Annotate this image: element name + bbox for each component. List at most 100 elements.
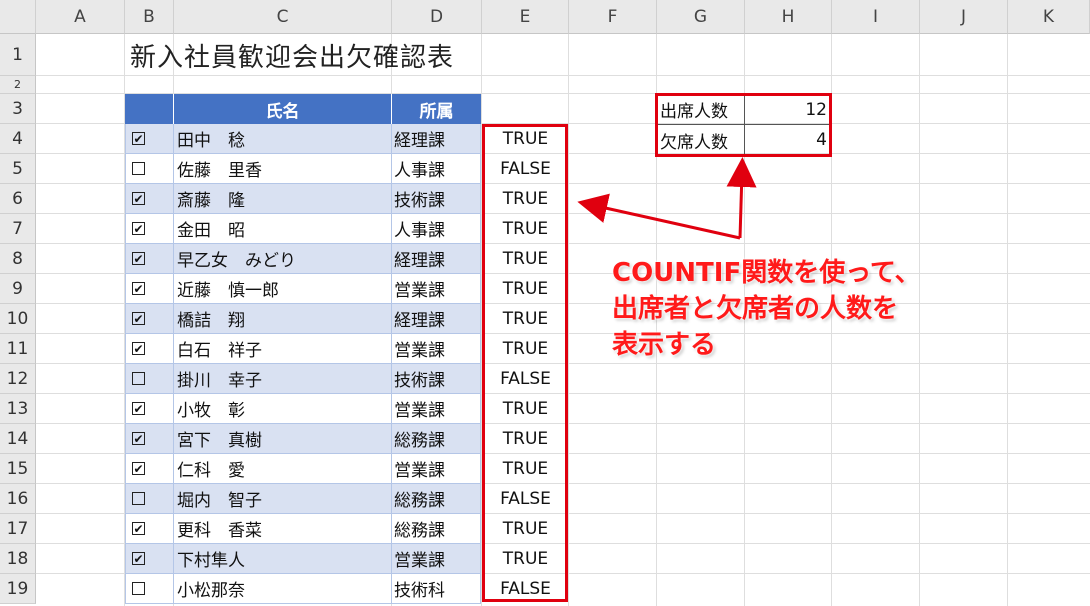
name-cell[interactable]: 堀内 智子: [174, 484, 392, 514]
name-cell[interactable]: 近藤 慎一郎: [174, 274, 392, 304]
checkbox-cell[interactable]: ✔: [125, 514, 174, 544]
name-cell[interactable]: 早乙女 みどり: [174, 244, 392, 274]
sheet-title[interactable]: 新入社員歓迎会出欠確認表: [130, 34, 454, 76]
row-header-17[interactable]: 17: [0, 514, 36, 544]
name-cell[interactable]: 掛川 幸子: [174, 364, 392, 394]
dept-cell[interactable]: 営業課: [392, 454, 481, 484]
checkbox-cell[interactable]: ✔: [125, 184, 174, 214]
dept-cell[interactable]: 技術課: [392, 184, 481, 214]
attendance-checkbox[interactable]: ✔: [132, 462, 145, 475]
row-header-4[interactable]: 4: [0, 124, 36, 154]
select-all-corner[interactable]: [0, 0, 36, 34]
column-header-h[interactable]: H: [745, 0, 832, 34]
row-header-19[interactable]: 19: [0, 574, 36, 604]
row-header-13[interactable]: 13: [0, 394, 36, 424]
attendance-checkbox[interactable]: ✔: [132, 252, 145, 265]
attendance-checkbox[interactable]: ✔: [132, 402, 145, 415]
name-cell[interactable]: 斎藤 隆: [174, 184, 392, 214]
column-header-e[interactable]: E: [482, 0, 569, 34]
row-header-11[interactable]: 11: [0, 334, 36, 364]
attendance-checkbox[interactable]: [132, 162, 145, 175]
checkbox-cell[interactable]: ✔: [125, 304, 174, 334]
row-header-5[interactable]: 5: [0, 154, 36, 184]
row-header-6[interactable]: 6: [0, 184, 36, 214]
name-cell[interactable]: 仁科 愛: [174, 454, 392, 484]
attendance-checkbox[interactable]: [132, 582, 145, 595]
column-header-c[interactable]: C: [174, 0, 392, 34]
dept-cell[interactable]: 技術科: [392, 574, 481, 604]
name-cell[interactable]: 小牧 彰: [174, 394, 392, 424]
row-header-8[interactable]: 8: [0, 244, 36, 274]
checkbox-cell[interactable]: ✔: [125, 334, 174, 364]
attendance-checkbox[interactable]: ✔: [132, 312, 145, 325]
header-checkbox-cell[interactable]: [125, 94, 174, 124]
attendance-checkbox[interactable]: [132, 492, 145, 505]
dept-cell[interactable]: 営業課: [392, 334, 481, 364]
true-false-highlight: [482, 124, 568, 602]
row-header-2[interactable]: 2: [0, 76, 36, 94]
checkbox-cell[interactable]: ✔: [125, 544, 174, 574]
name-cell[interactable]: 小松那奈: [174, 574, 392, 604]
dept-cell[interactable]: 経理課: [392, 244, 481, 274]
column-header-a[interactable]: A: [36, 0, 125, 34]
attendance-checkbox[interactable]: ✔: [132, 342, 145, 355]
column-header-j[interactable]: J: [920, 0, 1008, 34]
dept-cell[interactable]: 営業課: [392, 394, 481, 424]
checkbox-cell[interactable]: ✔: [125, 124, 174, 154]
attendance-checkbox[interactable]: ✔: [132, 522, 145, 535]
row-header-15[interactable]: 15: [0, 454, 36, 484]
checkbox-cell[interactable]: [125, 484, 174, 514]
dept-cell[interactable]: 技術課: [392, 364, 481, 394]
row-header-1[interactable]: 1: [0, 34, 36, 76]
column-header-b[interactable]: B: [125, 0, 174, 34]
column-header-k[interactable]: K: [1008, 0, 1090, 34]
checkbox-cell[interactable]: [125, 574, 174, 604]
attendance-checkbox[interactable]: ✔: [132, 282, 145, 295]
checkbox-cell[interactable]: ✔: [125, 274, 174, 304]
checkbox-cell[interactable]: ✔: [125, 214, 174, 244]
attendance-checkbox[interactable]: ✔: [132, 552, 145, 565]
name-cell[interactable]: 佐藤 里香: [174, 154, 392, 184]
checkbox-cell[interactable]: ✔: [125, 424, 174, 454]
row-header-14[interactable]: 14: [0, 424, 36, 454]
column-header-f[interactable]: F: [569, 0, 657, 34]
column-header-g[interactable]: G: [657, 0, 745, 34]
checkbox-cell[interactable]: ✔: [125, 244, 174, 274]
checkbox-cell[interactable]: [125, 364, 174, 394]
dept-cell[interactable]: 総務課: [392, 514, 481, 544]
dept-cell[interactable]: 営業課: [392, 544, 481, 574]
dept-cell[interactable]: 総務課: [392, 484, 481, 514]
checkbox-cell[interactable]: ✔: [125, 394, 174, 424]
dept-cell[interactable]: 経理課: [392, 304, 481, 334]
dept-cell[interactable]: 営業課: [392, 274, 481, 304]
name-cell[interactable]: 下村隼人: [174, 544, 392, 574]
name-cell[interactable]: 田中 稔: [174, 124, 392, 154]
name-cell[interactable]: 白石 祥子: [174, 334, 392, 364]
column-header-d[interactable]: D: [392, 0, 482, 34]
row-header-10[interactable]: 10: [0, 304, 36, 334]
name-cell[interactable]: 橋詰 翔: [174, 304, 392, 334]
header-name[interactable]: 氏名: [174, 94, 392, 124]
dept-cell[interactable]: 人事課: [392, 214, 481, 244]
attendance-checkbox[interactable]: ✔: [132, 192, 145, 205]
dept-cell[interactable]: 総務課: [392, 424, 481, 454]
header-dept[interactable]: 所属: [392, 94, 481, 124]
name-cell[interactable]: 更科 香菜: [174, 514, 392, 544]
row-header-7[interactable]: 7: [0, 214, 36, 244]
column-header-i[interactable]: I: [832, 0, 920, 34]
row-header-18[interactable]: 18: [0, 544, 36, 574]
attendance-checkbox[interactable]: ✔: [132, 432, 145, 445]
name-cell[interactable]: 金田 昭: [174, 214, 392, 244]
checkbox-cell[interactable]: ✔: [125, 454, 174, 484]
row-header-12[interactable]: 12: [0, 364, 36, 394]
name-cell[interactable]: 宮下 真樹: [174, 424, 392, 454]
checkbox-cell[interactable]: [125, 154, 174, 184]
dept-cell[interactable]: 人事課: [392, 154, 481, 184]
row-header-9[interactable]: 9: [0, 274, 36, 304]
attendance-checkbox[interactable]: ✔: [132, 222, 145, 235]
attendance-checkbox[interactable]: ✔: [132, 132, 145, 145]
attendance-checkbox[interactable]: [132, 372, 145, 385]
row-header-3[interactable]: 3: [0, 94, 36, 124]
dept-cell[interactable]: 経理課: [392, 124, 481, 154]
row-header-16[interactable]: 16: [0, 484, 36, 514]
